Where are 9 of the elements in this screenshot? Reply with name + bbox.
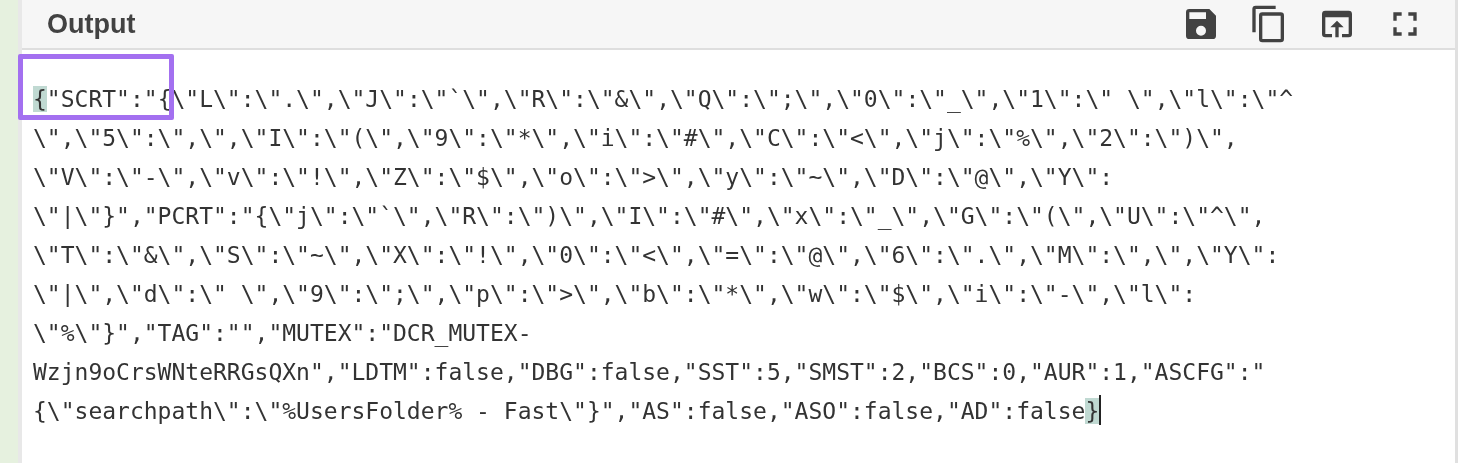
- output-text-line: \"T\":\"&\",\"S\":\"~\",\"X\":\"!\",\"0\":\"<\",\"=\":\"@\",\"6\":\".\",\"M\":\",\",\"Y\":: [33, 241, 1280, 270]
- output-text-line: \"|\",\"d\":\" \",\"9\":\";\",\"p\":\">\",\"b\":\"*\",\"w\":\"$\",\"i\":\"-\",\"l\":: [33, 280, 1197, 309]
- output-text-line: \"%\"}","TAG":"","MUTEX":"DCR_MUTEX-: [33, 319, 532, 349]
- output-text-line: {\"searchpath\":\"%UsersFolder% - Fast\"}","AS":false,"ASO":false,"AD":false}: [33, 392, 1102, 431]
- panel-title: Output: [47, 8, 137, 40]
- output-text-line: \"|\"}","PCRT":"{\"j\":\"`\",\"R\":\")\",\"I\":\"#\",\"x\":\"_\",\"G\":\"(\",\"U\":\"^\",: [33, 202, 1266, 232]
- output-text-line: Wzjn9oCrsWNteRRGsQXn","LDTM":false,"DBG":false,"SST":5,"SMST":2,"BCS":0,"AUR":1,"ASCFG":": [33, 358, 1266, 387]
- output-text-line: \",\"5\":\",\",\"I\":\"(\",\"9\":\"*\",\"i\":\"#\",\"C\":\"<\",\"j\":\"%\",\"2\":\")\",: [33, 124, 1238, 153]
- output-text-line: \"V\":\"-\",\"v\":\"!\",\"Z\":\"$\",\"o\":\">\",\"y\":\"~\",\"D\":\"@\",\"Y\":: [33, 163, 1114, 192]
